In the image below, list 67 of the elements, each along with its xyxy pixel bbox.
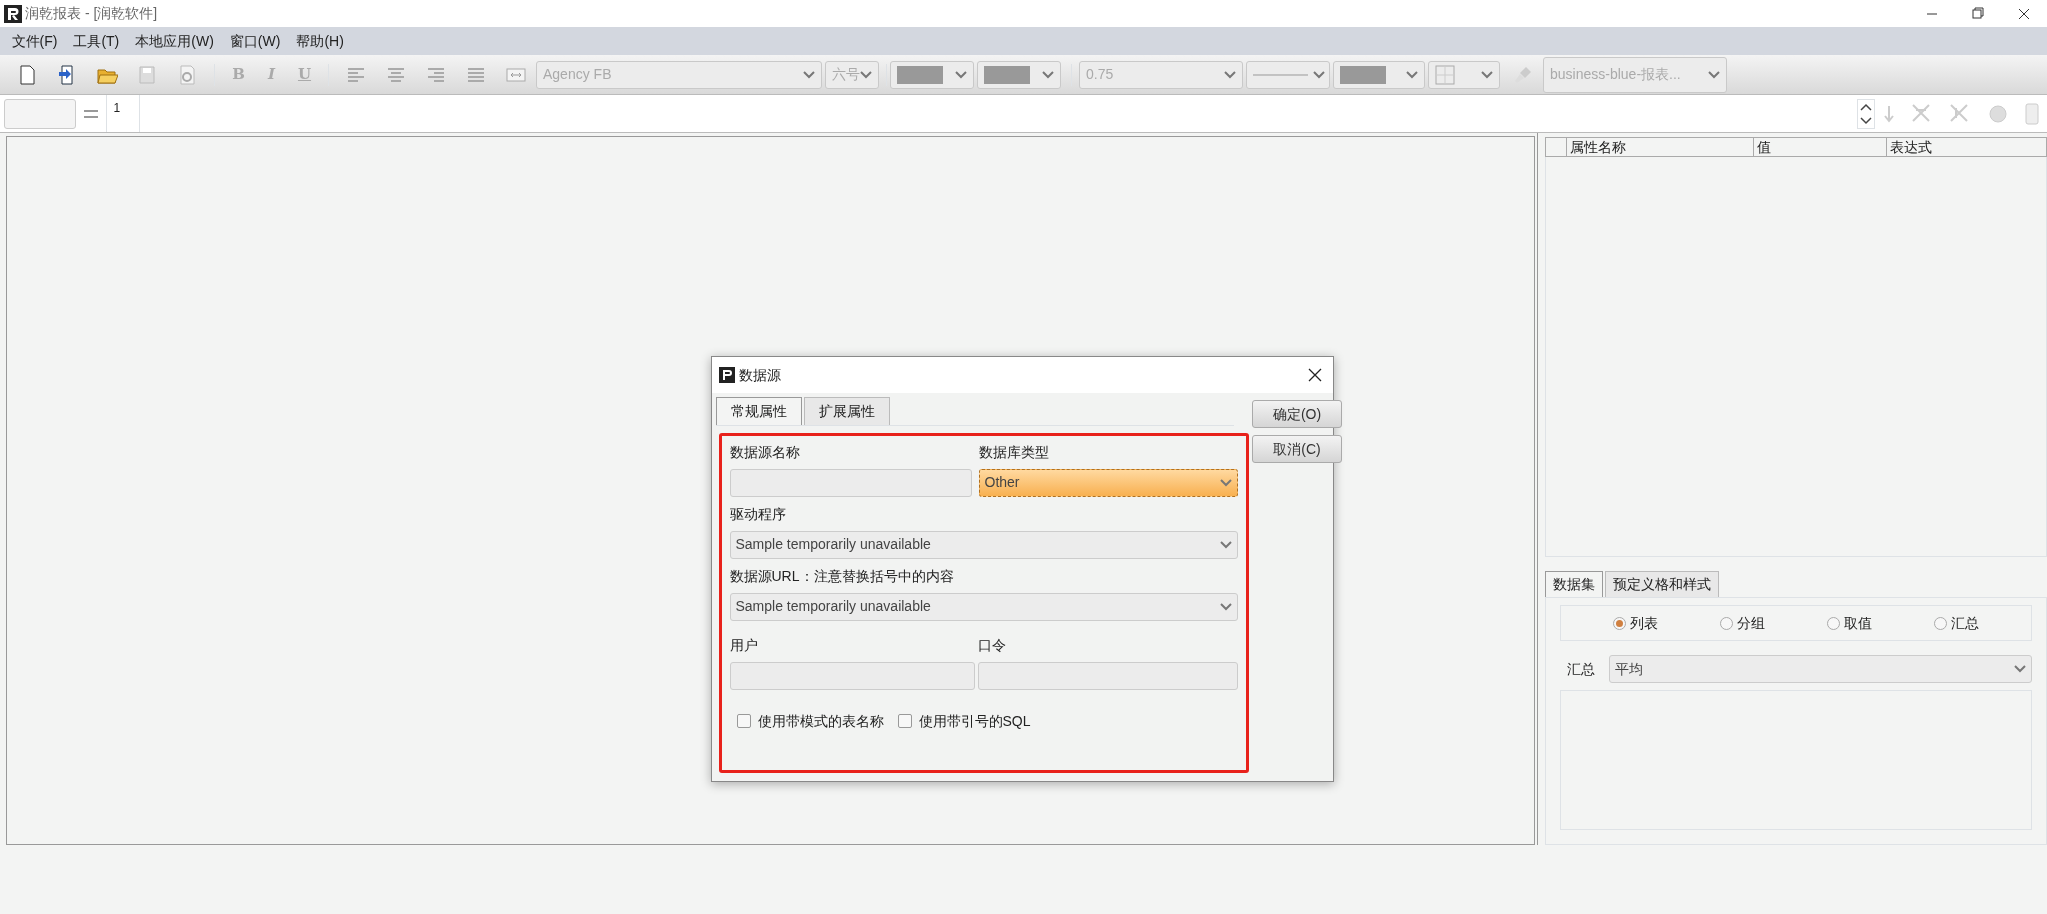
caret-icon	[860, 70, 872, 79]
caret-icon	[1219, 602, 1232, 611]
app-logo-icon	[3, 4, 22, 23]
close-icon[interactable]	[1306, 367, 1323, 383]
caret-icon	[1406, 70, 1418, 79]
mode-radio[interactable]: 列表	[1613, 612, 1658, 634]
dialog-button[interactable]: 取消(C)	[1252, 435, 1342, 463]
caret-icon	[1042, 70, 1054, 79]
cell-reference-field[interactable]	[3, 98, 76, 129]
mode-radio[interactable]: 汇总	[1934, 612, 1979, 634]
border-dropdown[interactable]	[1428, 60, 1500, 89]
border-icon	[1435, 64, 1455, 85]
save-icon[interactable]	[136, 63, 158, 86]
summary-label: 汇总	[1567, 659, 1595, 679]
menu-item[interactable]: 窗口(W)	[221, 30, 289, 52]
caret-icon	[803, 70, 815, 79]
caret-icon	[1219, 540, 1232, 549]
panel-tab[interactable]: 数据集	[1545, 571, 1603, 597]
line-color-dropdown[interactable]	[1333, 60, 1425, 89]
column-header: 属性名称	[1566, 137, 1753, 156]
password-field[interactable]	[978, 661, 1238, 690]
url-dropdown[interactable]: Sample temporarily unavailable	[729, 592, 1238, 621]
caret-icon	[2014, 665, 2026, 673]
app-logo-icon	[719, 367, 735, 383]
text-color-dropdown[interactable]	[977, 60, 1061, 89]
dialog-title: 数据源	[738, 365, 781, 385]
caret-icon	[955, 70, 967, 79]
caret-icon	[1708, 70, 1720, 79]
field-label: 数据源名称	[729, 442, 801, 462]
checkbox[interactable]: 使用带模式的表名称	[736, 710, 884, 732]
field-label: 驱动程序	[729, 504, 787, 524]
color-swatch	[984, 65, 1030, 84]
row-number: 1	[105, 95, 140, 132]
mode-radio[interactable]: 取值	[1827, 612, 1872, 634]
checkbox[interactable]: 使用带引号的SQL	[897, 710, 1031, 732]
name-field[interactable]	[729, 468, 972, 497]
menu-item[interactable]: 帮助(H)	[288, 30, 352, 52]
menu-item[interactable]: 本地应用(W)	[127, 30, 222, 52]
spinner[interactable]	[1857, 98, 1875, 129]
equals-icon	[82, 108, 99, 119]
color-swatch	[1340, 65, 1386, 84]
driver-dropdown[interactable]: Sample temporarily unavailable	[729, 530, 1238, 559]
column-header: 值	[1753, 137, 1886, 156]
caret-icon	[1224, 70, 1236, 79]
field-label: 用户	[729, 635, 759, 655]
summary-dropdown[interactable]: 平均	[1609, 655, 2032, 683]
database-type-dropdown[interactable]: Other	[978, 468, 1238, 497]
dialog-button[interactable]: 确定(O)	[1252, 400, 1342, 428]
field-label: 数据源URL：注意替换括号中的内容	[729, 566, 955, 586]
column-header: 表达式	[1886, 137, 2046, 156]
caret-icon	[1219, 478, 1232, 487]
field-label: 口令	[978, 635, 1007, 655]
field-label: 数据库类型	[978, 442, 1050, 462]
dialog-tab[interactable]: 常规属性	[715, 396, 802, 425]
panel-tab[interactable]: 预定义格和样式	[1605, 571, 1719, 597]
color-swatch	[897, 65, 943, 84]
background-color-dropdown[interactable]	[890, 60, 974, 89]
phone-icon[interactable]	[2024, 101, 2040, 126]
dialog-tab[interactable]: 扩展属性	[803, 396, 890, 425]
line-style-dropdown[interactable]	[1246, 60, 1330, 89]
window-title: 润乾报表 - [润乾软件]	[25, 4, 158, 23]
menu-item[interactable]: 文件(F)	[3, 30, 66, 52]
menu-item[interactable]: 工具(T)	[65, 30, 128, 52]
caret-icon	[1313, 70, 1325, 79]
user-field[interactable]	[729, 661, 975, 690]
caret-icon	[1481, 70, 1493, 79]
mode-radio[interactable]: 分组	[1720, 612, 1765, 634]
